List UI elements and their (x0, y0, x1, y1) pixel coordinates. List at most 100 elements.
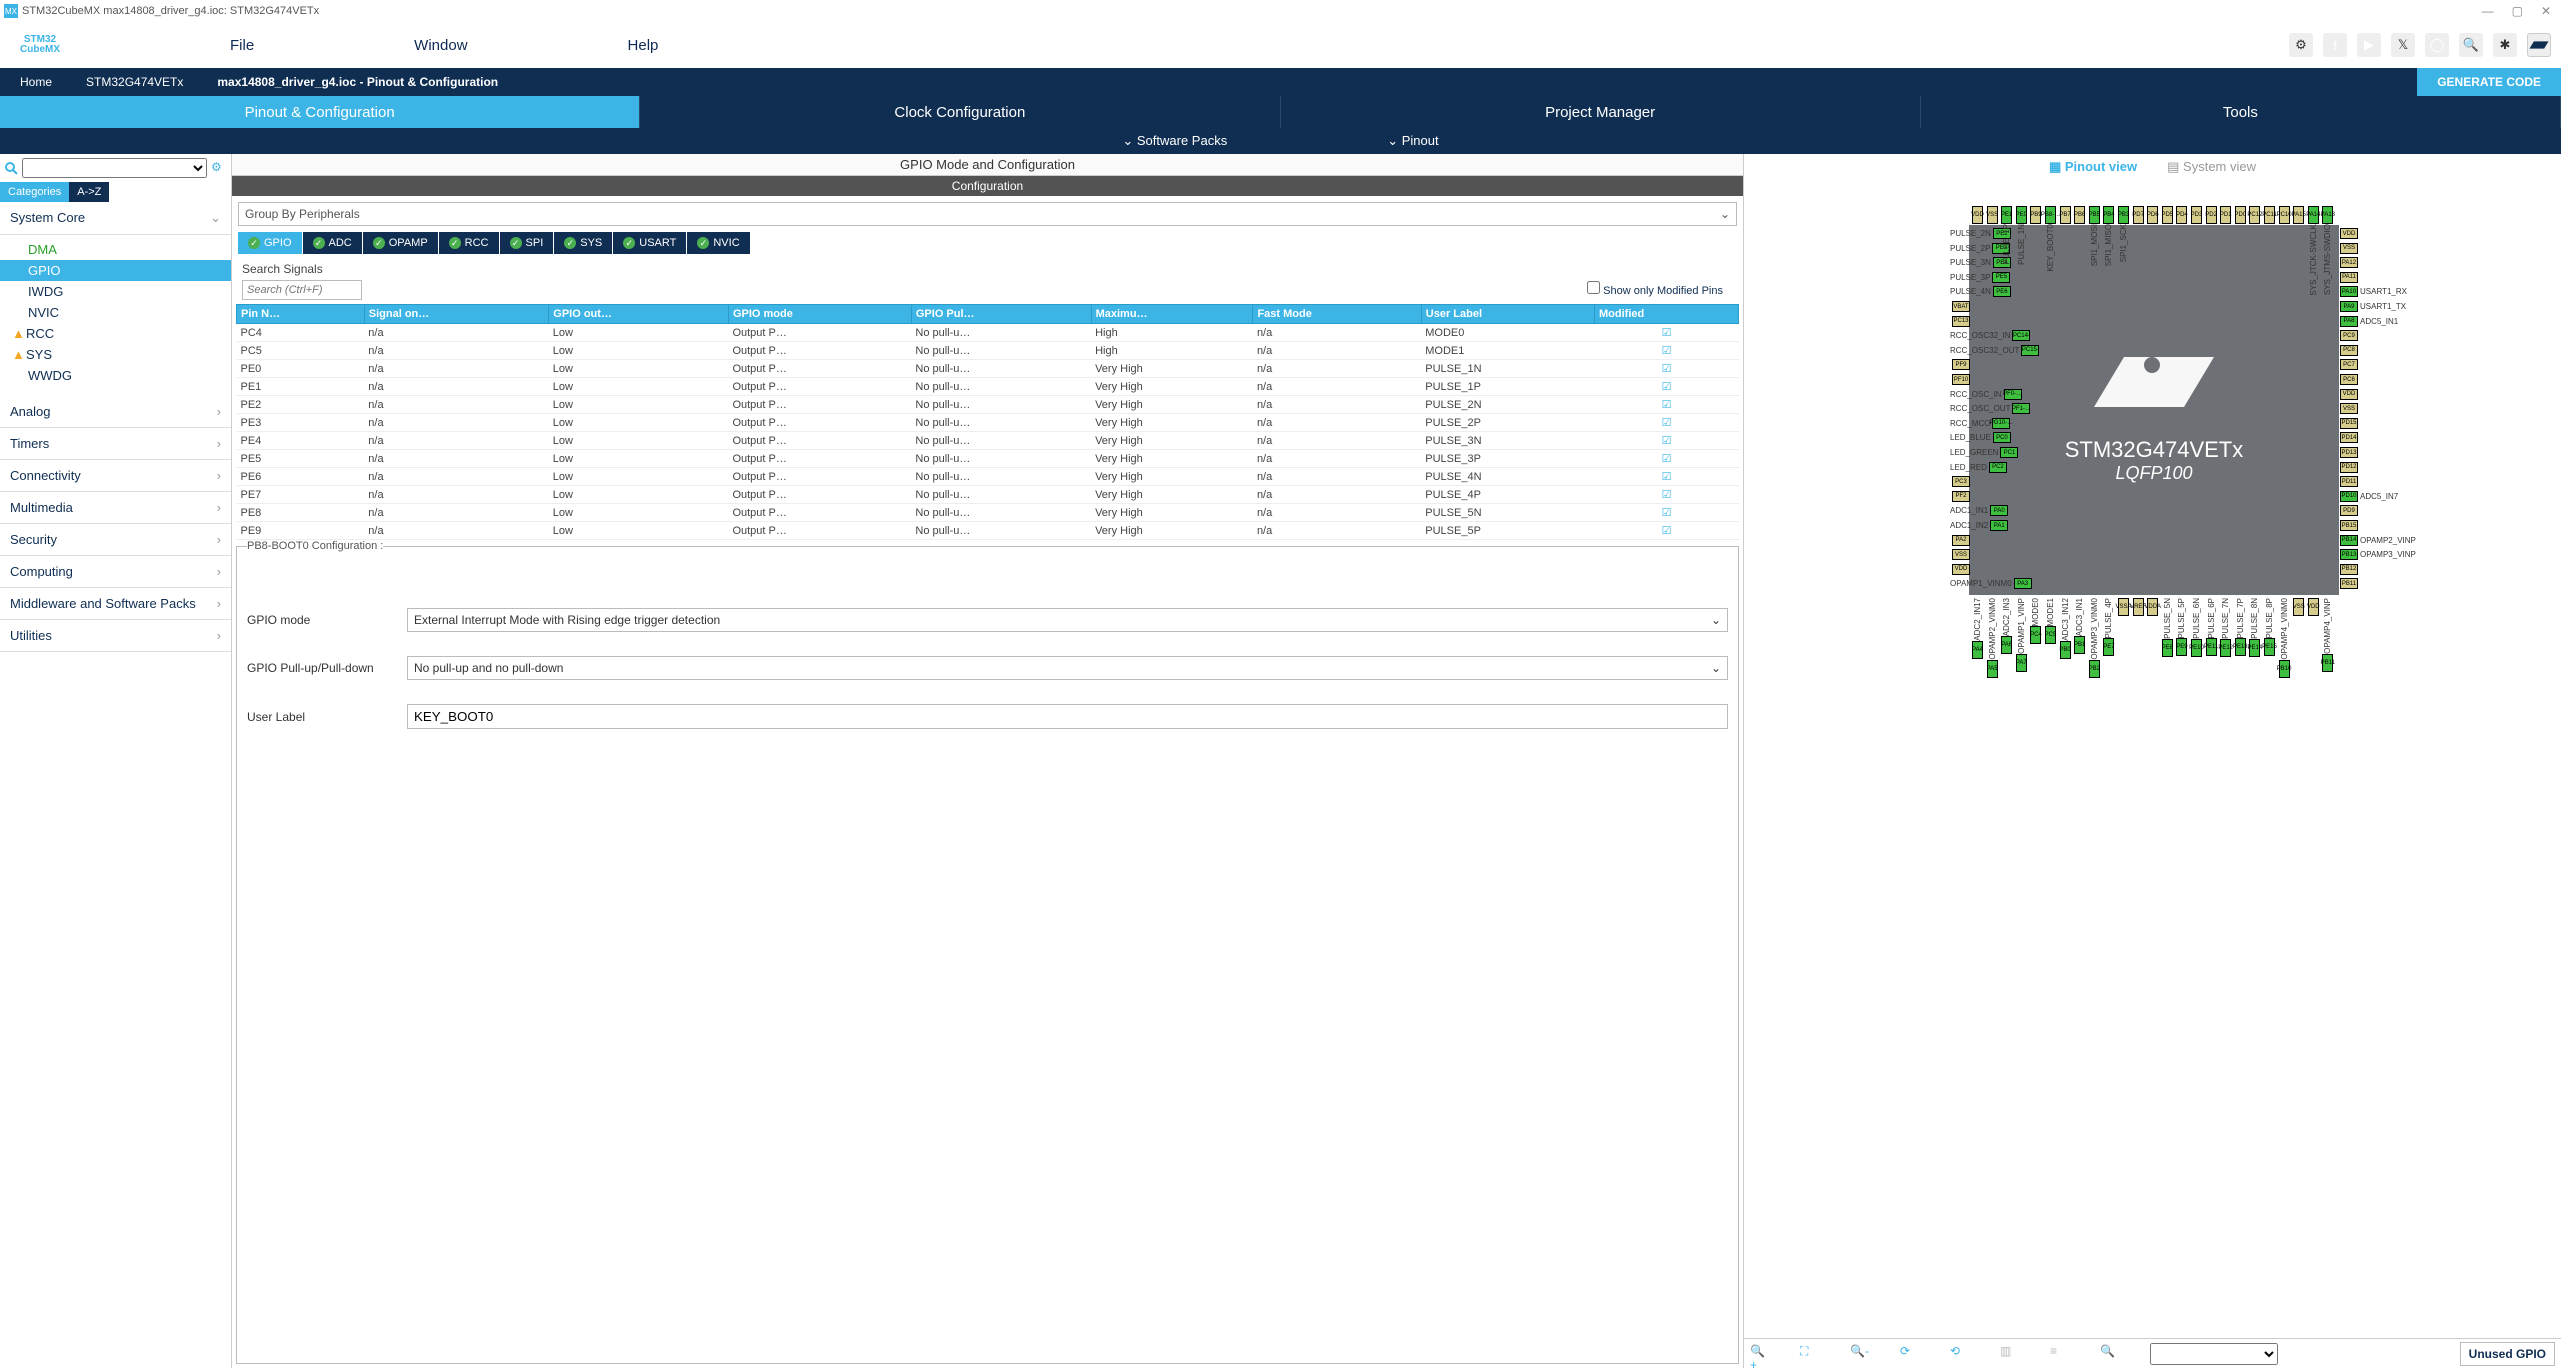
pin-PA15[interactable]: PA15 (2293, 206, 2304, 226)
pin-PE8[interactable]: PE8PULSE_5N (2162, 596, 2173, 657)
tree-group-security[interactable]: Security› (0, 524, 231, 556)
pin-PA7[interactable]: PA7OPAMP1_VINP (2016, 596, 2027, 672)
pin-VDD[interactable]: VDD (1972, 206, 1983, 226)
periph-tab-gpio[interactable]: ✓GPIO (238, 232, 302, 254)
menu-file[interactable]: File (230, 37, 254, 54)
breadcrumb-device[interactable]: STM32G474VETx (66, 68, 197, 96)
pin-PB11[interactable]: PB11 (2340, 578, 2360, 589)
rotate-cw-icon[interactable]: ⟳ (1900, 1344, 1920, 1364)
pin-PD6[interactable]: PD6 (2147, 206, 2158, 226)
col-header[interactable]: Pin N… (237, 305, 365, 324)
table-row[interactable]: PE7n/aLowOutput P…No pull-u…Very Highn/a… (237, 486, 1739, 504)
table-row[interactable]: PE3n/aLowOutput P…No pull-u…Very Highn/a… (237, 414, 1739, 432)
gpio-pull-select[interactable]: No pull-up and no pull-down⌄ (407, 656, 1728, 680)
show-modified-checkbox[interactable] (1587, 281, 1600, 294)
unused-gpio-button[interactable]: Unused GPIO (2460, 1342, 2555, 1366)
table-row[interactable]: PE4n/aLowOutput P…No pull-u…Very Highn/a… (237, 432, 1739, 450)
tree-group-analog[interactable]: Analog› (0, 396, 231, 428)
pin-VSS[interactable]: VSS (2293, 596, 2304, 616)
tree-group-computing[interactable]: Computing› (0, 556, 231, 588)
table-row[interactable]: PE5n/aLowOutput P…No pull-u…Very Highn/a… (237, 450, 1739, 468)
search-icon[interactable]: 🔍 (2459, 33, 2483, 57)
pin-PD12[interactable]: PD12 (2340, 462, 2360, 473)
pin-VDDA[interactable]: VDDA (2147, 596, 2158, 616)
pin-PA6[interactable]: PA6ADC2_IN3 (2001, 596, 2012, 654)
pin-PB9[interactable]: PB9 (2030, 206, 2041, 226)
breadcrumb-file[interactable]: max14808_driver_g4.ioc - Pinout & Config… (197, 68, 512, 96)
pin-PB0[interactable]: PB0ADC3_IN12 (2060, 596, 2071, 659)
pin-VBAT[interactable]: VBAT (1950, 301, 1970, 312)
minimize-icon[interactable]: — (2482, 4, 2494, 18)
pin-PA1[interactable]: PA1ADC1_IN2 (1950, 520, 2008, 531)
pin-PB8-…[interactable]: PB8-…KEY_BOOT0 (2045, 206, 2056, 274)
subtab-pinout[interactable]: Pinout (1387, 133, 1438, 149)
pin-PC10[interactable]: PC10 (2279, 206, 2290, 226)
search-icon[interactable] (4, 161, 18, 175)
pin-VSS[interactable]: VSS (2340, 403, 2360, 414)
periph-tab-rcc[interactable]: ✓RCC (439, 232, 499, 254)
tree-item-gpio[interactable]: GPIO (0, 260, 231, 281)
gear-icon[interactable]: ⚙ (211, 160, 227, 176)
pin-VREF[interactable]: VREF (2133, 596, 2144, 616)
network-icon[interactable]: ✱ (2493, 33, 2517, 57)
col-header[interactable]: GPIO Pul… (911, 305, 1091, 324)
pin-VSS[interactable]: VSS (2340, 243, 2360, 254)
pin-PC4[interactable]: PC4MODE0 (2030, 596, 2041, 644)
tab-categories[interactable]: Categories (0, 182, 69, 202)
pin-VDD[interactable]: VDD (2308, 596, 2319, 616)
table-row[interactable]: PE9n/aLowOutput P…No pull-u…Very Highn/a… (237, 522, 1739, 540)
pin-PB2[interactable]: PB2OPAMP3_VINM0 (2089, 596, 2100, 678)
tree-group-utilities[interactable]: Utilities› (0, 620, 231, 652)
chip-view[interactable]: STM32G474VETx LQFP100 PE2PULSE_2NPE3PULS… (1744, 180, 2561, 1338)
tree-item-iwdg[interactable]: IWDG (28, 281, 231, 302)
pin-PA5[interactable]: PA5OPAMP2_VINM0 (1987, 596, 1998, 678)
pin-PC12[interactable]: PC12 (2249, 206, 2260, 226)
search-signals-input[interactable] (242, 280, 362, 300)
pin-PA2[interactable]: PA2 (1950, 535, 1970, 546)
youtube-icon[interactable]: ▶ (2357, 33, 2381, 57)
periph-tab-adc[interactable]: ✓ADC (303, 232, 362, 254)
pin-PC9[interactable]: PC9 (2340, 330, 2360, 341)
table-row[interactable]: PE8n/aLowOutput P…No pull-u…Very Highn/a… (237, 504, 1739, 522)
pin-PE15[interactable]: PE15PULSE_8P (2264, 596, 2275, 656)
tab-project-manager[interactable]: Project Manager (1281, 96, 1921, 128)
tree-group-system-core[interactable]: System Core⌄ (0, 202, 231, 235)
table-row[interactable]: PE6n/aLowOutput P…No pull-u…Very Highn/a… (237, 468, 1739, 486)
find-pin-icon[interactable]: 🔍 (2100, 1344, 2120, 1364)
tree-item-dma[interactable]: DMA (28, 239, 231, 260)
tree-group-multimedia[interactable]: Multimedia› (0, 492, 231, 524)
pin-PD13[interactable]: PD13 (2340, 447, 2360, 458)
pin-PB14[interactable]: PB14OPAMP2_VINP (2340, 535, 2416, 546)
pin-PE0[interactable]: PE0PULSE_1N (2016, 206, 2027, 267)
pin-PC11[interactable]: PC11 (2264, 206, 2275, 226)
pin-PB5[interactable]: PB5SPI1_MOSI (2089, 206, 2100, 268)
pin-PB1[interactable]: PB1ADC3_IN1 (2074, 596, 2085, 654)
pin-PB13[interactable]: PB13OPAMP3_VINP (2340, 549, 2416, 560)
pin-PA14[interactable]: PA14SYS_JTCK-SWCLK (2308, 206, 2319, 298)
pin-PD14[interactable]: PD14 (2340, 432, 2360, 443)
pin-PF2[interactable]: PF2 (1950, 491, 1970, 502)
tab-clock[interactable]: Clock Configuration (640, 96, 1280, 128)
pin-PB7[interactable]: PB7 (2060, 206, 2071, 226)
close-icon[interactable]: ✕ (2541, 4, 2551, 18)
pin-PD1[interactable]: PD1 (2220, 206, 2231, 226)
pin-PE12[interactable]: PE12PULSE_7N (2220, 596, 2231, 657)
search-categories-select[interactable] (22, 158, 207, 178)
pin-VDD[interactable]: VDD (1950, 564, 1970, 575)
pin-PC13[interactable]: PC13 (1950, 316, 1970, 327)
pin-PF9[interactable]: PF9 (1950, 359, 1970, 370)
table-row[interactable]: PE1n/aLowOutput P…No pull-u…Very Highn/a… (237, 378, 1739, 396)
pin-PB6[interactable]: PB6 (2074, 206, 2085, 226)
tree-item-rcc[interactable]: ▲RCC (28, 323, 231, 344)
pin-PA10[interactable]: PA10USART1_RX (2340, 286, 2407, 297)
tree-item-wwdg[interactable]: WWDG (28, 365, 231, 386)
pin-PF1-…[interactable]: PF1-…RCC_OSC_OUT (1950, 403, 2030, 414)
github-icon[interactable]: ◯ (2425, 33, 2449, 57)
pin-PC8[interactable]: PC8 (2340, 345, 2360, 356)
breadcrumb-home[interactable]: Home (0, 68, 66, 96)
tree-group-middleware-and-software-packs[interactable]: Middleware and Software Packs› (0, 588, 231, 620)
pin-PA4[interactable]: PA4ADC2_IN17 (1972, 596, 1983, 659)
tab-system-view[interactable]: ▤ System view (2167, 159, 2256, 175)
subtab-software-packs[interactable]: Software Packs (1122, 133, 1227, 149)
col-header[interactable]: Signal on… (364, 305, 549, 324)
